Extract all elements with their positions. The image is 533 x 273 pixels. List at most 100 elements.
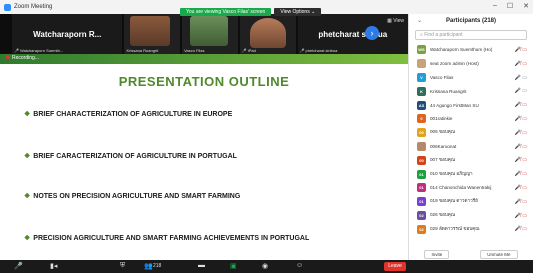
participants-header: ⌄ Participants (218)	[409, 14, 533, 28]
participant-row[interactable]: 0 001ratinkie 🎤̸ ▭	[409, 112, 533, 126]
slide-title: PRESENTATION OUTLINE	[118, 74, 290, 89]
invite-button[interactable]: Invite	[424, 249, 450, 259]
participant-row[interactable]: V Vasco Filas 🎤 ▭	[409, 71, 533, 85]
mic-icon: 🎤 ▭	[514, 88, 527, 95]
bullet-arrow-icon: ❖	[24, 111, 31, 118]
muted-mic-icon: 🎤̸ ▭	[514, 171, 527, 178]
participant-row[interactable]: 02 029 ลัดดาวรรณ์ ขอบคุณ 🎤̸ ▭	[409, 222, 533, 236]
muted-mic-icon: 🎤	[14, 48, 19, 53]
video-caption-text: iPad	[247, 48, 256, 53]
participant-name: Vasco Filas	[430, 74, 454, 80]
participant-video	[190, 16, 229, 46]
muted-mic-icon: 🎤̸ ▭	[514, 129, 527, 136]
participant-row[interactable]: 01 019 ขอบคุณ ดาวดาวรีย์ 🎤̸ ▭	[409, 195, 533, 209]
muted-mic-icon: 🎤̸ ▭	[514, 143, 527, 150]
participant-name-large: Watcharaporn R...	[33, 29, 102, 39]
bullet-arrow-icon: ❖	[24, 153, 31, 160]
record-button-icon[interactable]: ◉	[262, 262, 268, 270]
leave-button[interactable]: Leave	[384, 262, 406, 271]
participant-row[interactable]: 02 026 ขอบคุณ 🎤̸ ▭	[409, 209, 533, 223]
shared-slide: Recording... PRESENTATION OUTLINE ❖ BRIEF…	[0, 54, 408, 260]
chat-icon[interactable]: ▬	[198, 262, 205, 269]
participant-name: 007 ขอบคุณ	[430, 156, 456, 162]
recording-indicator: Recording...	[6, 55, 39, 61]
participant-row[interactable]: AS 44 Agungo FirstMan SU 🎤̸ ▭	[409, 98, 533, 112]
participant-row[interactable]: 00 007 ขอบคุณ 🎤̸ ▭	[409, 153, 533, 167]
mute-mic-icon[interactable]: 🎤	[14, 262, 23, 270]
participants-title: Participants (218)	[445, 18, 497, 24]
muted-mic-icon: 🎤̸ ▭	[514, 102, 527, 109]
search-placeholder: Find a participant	[424, 32, 463, 38]
avatar: AS	[417, 100, 426, 110]
video-tile[interactable]: Vasco Filas	[182, 14, 238, 54]
window-title: Zoom Meeting	[14, 4, 53, 10]
participants-panel: ⌄ Participants (218) ⌕ Find a participan…	[408, 14, 533, 260]
view-toggle-button[interactable]: ▦ View	[387, 18, 404, 24]
video-tile[interactable]: Watcharaporn R... 🎤Watcharaporn Suemth..…	[12, 14, 123, 54]
avatar: WS	[417, 45, 426, 55]
participant-row[interactable]: 01 010 ขอบคุณ อภิญญา 🎤̸ ▭	[409, 167, 533, 181]
viewing-screen-badge: You are viewing Vasco Filas' screen	[180, 8, 272, 16]
video-tile[interactable]: Krissana Ruangrit	[124, 14, 181, 54]
minimize-button[interactable]: –	[493, 2, 497, 10]
video-caption: 🎤Watcharaporn Suemth...	[14, 48, 63, 53]
avatar: 02	[417, 224, 426, 234]
slide-bullet: ❖ BRIEF CHARACTERIZATION OF AGRICULTURE I…	[24, 110, 232, 118]
reactions-icon[interactable]: ☺	[296, 262, 303, 269]
avatar	[417, 141, 426, 151]
muted-mic-icon: 🎤̸ ▭	[514, 184, 527, 191]
participants-footer: Invite Unmute Me	[409, 248, 533, 260]
muted-mic-icon: 🎤	[299, 48, 305, 53]
video-tile[interactable]: 🎤iPad	[239, 14, 296, 54]
close-button[interactable]: ✕	[523, 2, 529, 10]
participant-row[interactable]: seat zoom admin (Host) 🎤̸ ▭	[409, 57, 533, 71]
participant-video	[249, 18, 286, 48]
bullet-text: NOTES ON PRECISION AGRICULTURE AND SMART…	[33, 193, 241, 200]
video-strip: Watcharaporn R... 🎤Watcharaporn Suemth..…	[0, 14, 409, 54]
muted-mic-icon: 🎤	[241, 48, 247, 53]
participant-search-input[interactable]: ⌕ Find a participant	[415, 30, 527, 40]
avatar: 01	[417, 169, 426, 179]
participant-name: 014 Chanonchida Wanentrakij	[430, 185, 492, 191]
avatar: 02	[417, 210, 426, 220]
participant-name: 006Karuonat	[430, 143, 457, 149]
muted-mic-icon: 🎤̸ ▭	[514, 60, 527, 67]
record-icon	[6, 55, 10, 59]
avatar: 01	[417, 183, 426, 193]
unmute-me-button[interactable]: Unmute Me	[480, 249, 518, 259]
participant-row[interactable]: WS Watcharaporn Suemthum (Ho) 🎤̸ ▭	[409, 43, 533, 57]
video-caption: 🎤phetcharat sinbua	[300, 48, 338, 53]
video-camera-icon[interactable]: ▮◂	[50, 262, 57, 270]
share-screen-icon[interactable]: ▣	[230, 262, 237, 270]
muted-mic-icon: 🎤̸ ▭	[514, 47, 527, 53]
participant-name: 44 Agungo FirstMan SU	[430, 102, 479, 108]
participant-row[interactable]: 00 006 ขอบคุณ 🎤̸ ▭	[409, 126, 533, 140]
maximize-button[interactable]: ☐	[507, 2, 513, 10]
next-page-icon[interactable]: ›	[365, 26, 379, 40]
participants-icon[interactable]: 👥	[144, 262, 153, 270]
participant-video	[130, 16, 171, 46]
participant-name: 001ratinkie	[430, 116, 453, 122]
slide-bullet: ❖ NOTES ON PRECISION AGRICULTURE AND SMAR…	[24, 192, 240, 200]
participant-row[interactable]: K Krissana Ruangrit 🎤 ▭	[409, 84, 533, 98]
avatar: K	[417, 86, 426, 96]
muted-mic-icon: 🎤̸ ▭	[514, 212, 527, 219]
muted-mic-icon: 🎤̸ ▭	[514, 115, 527, 122]
share-status-bar: You are viewing Vasco Filas' screen View…	[180, 8, 322, 16]
video-caption: Vasco Filas	[184, 48, 205, 53]
muted-mic-icon: 🎤̸ ▭	[514, 157, 527, 164]
video-caption-text: Watcharaporn Suemth...	[19, 48, 64, 53]
view-options-button[interactable]: View Options ⌄	[274, 8, 322, 16]
participant-name: 029 ลัดดาวรรณ์ ขอบคุณ	[430, 225, 480, 231]
bullet-arrow-icon: ❖	[24, 235, 31, 242]
participant-name: 019 ขอบคุณ ดาวดาวรีย์	[430, 198, 478, 204]
participant-count: 218	[153, 263, 162, 269]
collapse-chevron-icon[interactable]: ⌄	[417, 14, 422, 28]
participant-row[interactable]: 01 014 Chanonchida Wanentrakij 🎤̸ ▭	[409, 181, 533, 195]
bullet-text: BRIEF CHARACTERIZATION OF AGRICULTURE IN…	[33, 111, 233, 118]
security-shield-icon[interactable]: ⛨	[120, 262, 125, 270]
avatar: 00	[417, 155, 426, 165]
muted-mic-icon: 🎤̸ ▭	[514, 198, 527, 205]
participant-name: 026 ขอบคุณ	[430, 211, 456, 217]
participant-row[interactable]: 006Karuonat 🎤̸ ▭	[409, 140, 533, 154]
